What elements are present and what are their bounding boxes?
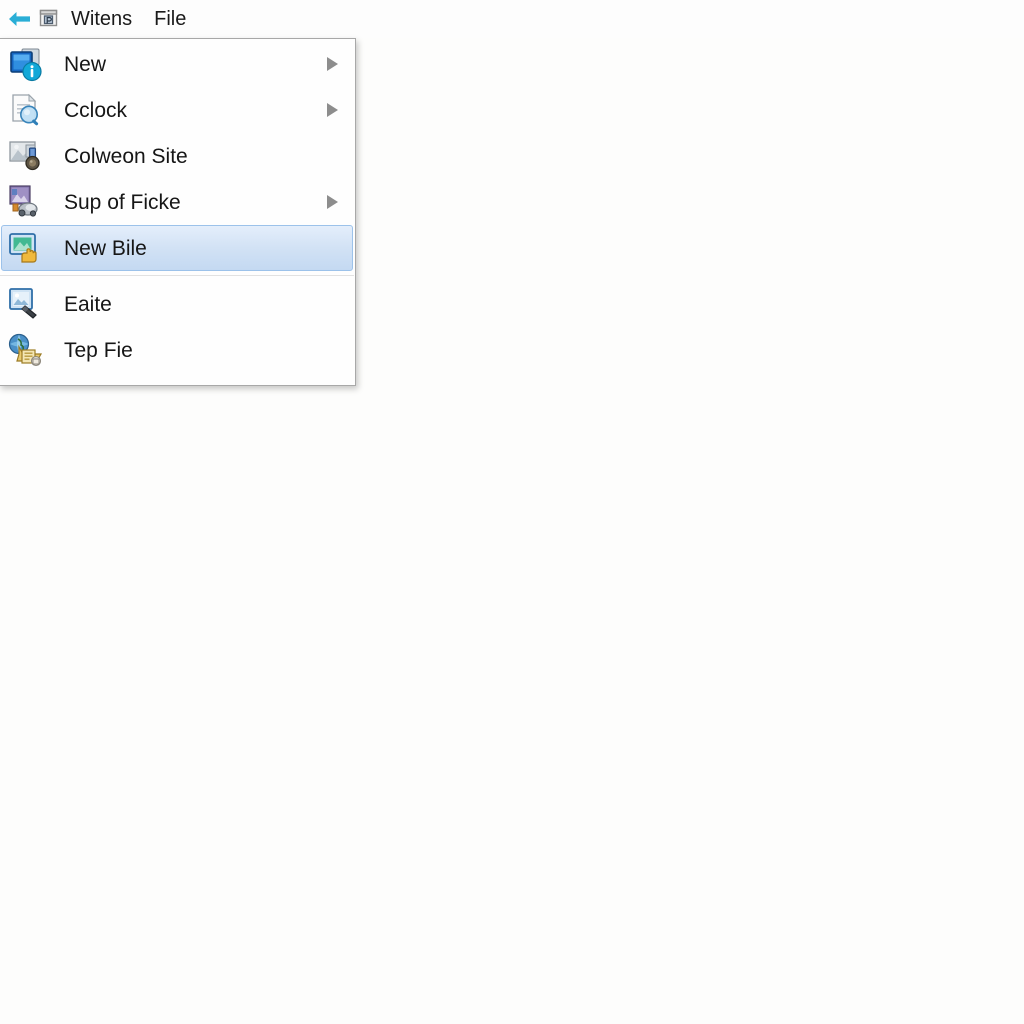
menu-item-eaite[interactable]: Eaite (1, 281, 353, 327)
chevron-right-icon (327, 195, 338, 209)
menu-item-label: New (64, 52, 107, 76)
menu-item-label: Sup of Ficke (64, 190, 181, 214)
menu-item-colweon-site[interactable]: Colweon Site (1, 133, 353, 179)
back-button[interactable] (4, 4, 34, 34)
menu-item-label: Tep Fie (64, 338, 133, 362)
chevron-right-icon (327, 103, 338, 117)
menu-separator (0, 275, 354, 276)
menubar-item-file[interactable]: File (154, 9, 186, 29)
menu-item-label: Cclock (64, 98, 128, 122)
photo-card-icon (6, 284, 46, 324)
back-arrow-icon (6, 9, 32, 29)
document-search-icon (6, 90, 46, 130)
menu-item-label: Eaite (64, 292, 112, 316)
menu-item-new[interactable]: New (1, 41, 353, 87)
page-title: Witens (71, 8, 133, 30)
menu-item-label: New Bile (64, 236, 147, 260)
new-window-info-icon (6, 44, 46, 84)
menu-item-cclock[interactable]: Cclock (1, 87, 353, 133)
menu-item-tep-fie[interactable]: Tep Fie (1, 327, 353, 373)
context-menu: New Cclock Colweon Site Sup of Ficke New… (0, 38, 356, 386)
menu-item-label: Colweon Site (64, 144, 188, 168)
chevron-right-icon (327, 57, 338, 71)
screen-hand-icon (6, 228, 46, 268)
context-menu-section-secondary: Eaite Tep Fie (0, 281, 355, 373)
globe-folder-icon (6, 330, 46, 370)
window-frame-icon (36, 6, 62, 32)
context-menu-section-primary: New Cclock Colweon Site Sup of Ficke New… (0, 41, 355, 271)
picture-printer-icon (6, 182, 46, 222)
menu-item-new-bile[interactable]: New Bile (1, 225, 353, 271)
image-medal-icon (6, 136, 46, 176)
header-bar: Witens File (0, 0, 1024, 38)
menu-item-sup-of-ficke[interactable]: Sup of Ficke (1, 179, 353, 225)
